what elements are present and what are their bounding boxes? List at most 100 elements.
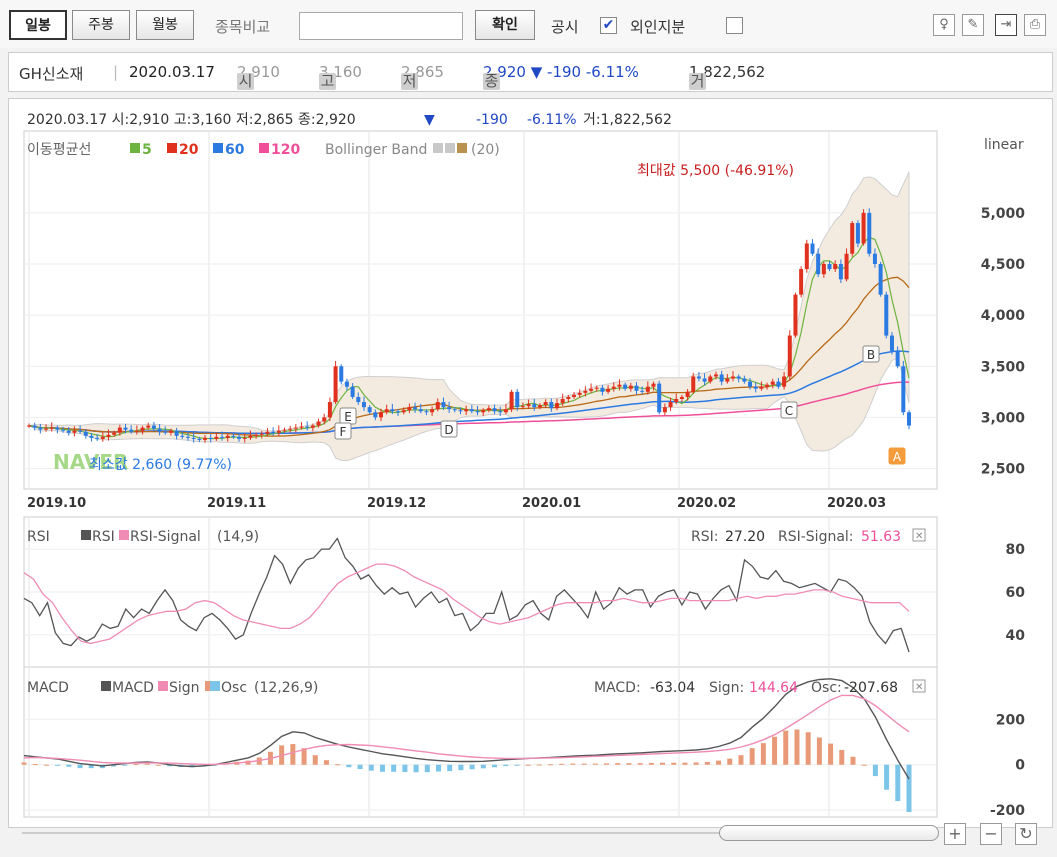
osc-bar: [760, 743, 766, 765]
separator: |: [113, 63, 119, 81]
candle-body: [736, 376, 741, 379]
osc-value-label: Osc:: [811, 680, 842, 696]
compare-input[interactable]: [299, 12, 463, 40]
ma60-swatch: [213, 143, 223, 153]
osc-bar: [660, 762, 666, 765]
macd-y-tick-label: -200: [990, 803, 1025, 819]
osc-bar: [884, 764, 890, 790]
candle-body: [356, 396, 361, 403]
candle-body: [634, 385, 639, 391]
disclosure-checkbox[interactable]: ✔: [600, 17, 617, 34]
osc-swatch-b: [210, 681, 220, 691]
stock-info-bar: GH신소재 | 2020.03.17 시 2,910 고 3,160 저 2,865 …: [8, 52, 1053, 92]
candle-body: [197, 438, 202, 440]
ma120-legend: 120: [271, 142, 300, 158]
osc-bar: [727, 758, 733, 765]
confirm-button[interactable]: 확인: [475, 10, 535, 40]
candle-body: [844, 253, 849, 280]
osc-bar: [435, 764, 441, 772]
osc-bar: [816, 737, 822, 765]
tab-monthly[interactable]: 월봉: [136, 10, 194, 40]
candle-body: [89, 435, 94, 438]
osc-bar: [839, 749, 845, 765]
candle-body: [600, 387, 605, 392]
osc-bar: [626, 763, 632, 765]
cursor-tool-icon[interactable]: ⇥: [995, 14, 1017, 36]
foreign-checkbox[interactable]: [726, 17, 743, 34]
x-tick-label: 2019.12: [367, 496, 426, 511]
sign-value: 144.64: [749, 680, 798, 696]
horizontal-scrollbar[interactable]: [22, 825, 939, 841]
candle-body: [748, 381, 753, 387]
candle-body: [509, 391, 514, 410]
candle-body: [66, 430, 71, 433]
rsi-y-tick-label: 40: [1006, 628, 1026, 644]
candle-body: [452, 409, 457, 411]
ma5-legend: 5: [142, 142, 152, 158]
ma20-swatch: [167, 143, 177, 153]
ma120-swatch: [259, 143, 269, 153]
y-tick-label: 2,500: [981, 462, 1026, 478]
candle-body: [606, 388, 611, 392]
candle-body: [44, 428, 49, 430]
candle-body: [430, 409, 435, 413]
candle-body: [492, 408, 497, 412]
high-badge: 고: [319, 72, 336, 90]
osc-bar: [805, 732, 811, 765]
osc-bar: [155, 764, 161, 766]
candle-body: [816, 253, 821, 275]
candle-body: [237, 436, 242, 439]
y-tick-label: 4,500: [981, 257, 1026, 273]
chart-header-ohlc: 2020.03.17 시:2,910 고:3,160 저:2,865 종:2,9…: [27, 112, 356, 128]
change-pct: -6.11%: [585, 63, 639, 81]
candle-body: [350, 386, 355, 397]
tab-daily[interactable]: 일봉: [9, 10, 67, 40]
candle-body: [810, 243, 815, 254]
print-icon[interactable]: ⎙: [1024, 14, 1046, 36]
candle-body: [850, 223, 855, 254]
candle-body: [765, 384, 770, 387]
candle-body: [407, 407, 412, 411]
ma20-legend: 20: [179, 142, 199, 158]
osc-bar: [32, 764, 38, 766]
candle-body: [61, 429, 66, 431]
osc-bar: [402, 764, 408, 772]
zoom-out-button[interactable]: −: [980, 823, 1002, 845]
stock-name: GH신소재: [19, 65, 84, 83]
candle-body: [566, 396, 571, 399]
candle-body: [555, 403, 559, 409]
candle-body: [793, 294, 798, 336]
chart-panel[interactable]: 2019.10 2019.11 2019.12 2020.01 2020.02 2020.…: [8, 98, 1053, 828]
candle-body: [140, 427, 145, 431]
candle-body: [32, 425, 37, 428]
osc-bar: [346, 764, 352, 768]
rsi-close-icon[interactable]: ✕: [912, 528, 926, 542]
macd-close-icon[interactable]: ✕: [912, 679, 926, 693]
candle-body: [668, 402, 673, 408]
chart-svg[interactable]: 2019.10 2019.11 2019.12 2020.01 2020.02 2020.…: [9, 99, 1052, 827]
candle-body: [583, 390, 588, 393]
candle-body: [651, 383, 656, 387]
osc-bar: [312, 755, 318, 765]
pen-tool-icon[interactable]: ✎: [962, 14, 984, 36]
candle-body: [333, 366, 338, 403]
scale-label[interactable]: linear: [984, 137, 1024, 153]
rsi-y-tick-label: 80: [1006, 542, 1026, 558]
candle-body: [645, 386, 650, 392]
candle-body: [623, 384, 628, 389]
candle-body: [895, 350, 900, 367]
min-annotation: 최소값 2,660 (9.77%): [89, 457, 232, 473]
osc-bar: [704, 762, 710, 765]
osc-bar: [391, 764, 397, 772]
candle-body: [821, 263, 826, 275]
osc-bar: [514, 764, 520, 766]
rsi-signal-line: [23, 563, 910, 645]
tab-weekly[interactable]: 주봉: [72, 10, 130, 40]
zoom-in-button[interactable]: +: [944, 823, 966, 845]
candle-body: [889, 335, 894, 351]
candle-body: [180, 435, 185, 437]
scrollbar-thumb[interactable]: [719, 825, 939, 841]
magnifier-tool-icon[interactable]: ♀: [933, 14, 955, 36]
candle-body: [447, 407, 452, 410]
refresh-icon[interactable]: ↻: [1015, 823, 1037, 845]
